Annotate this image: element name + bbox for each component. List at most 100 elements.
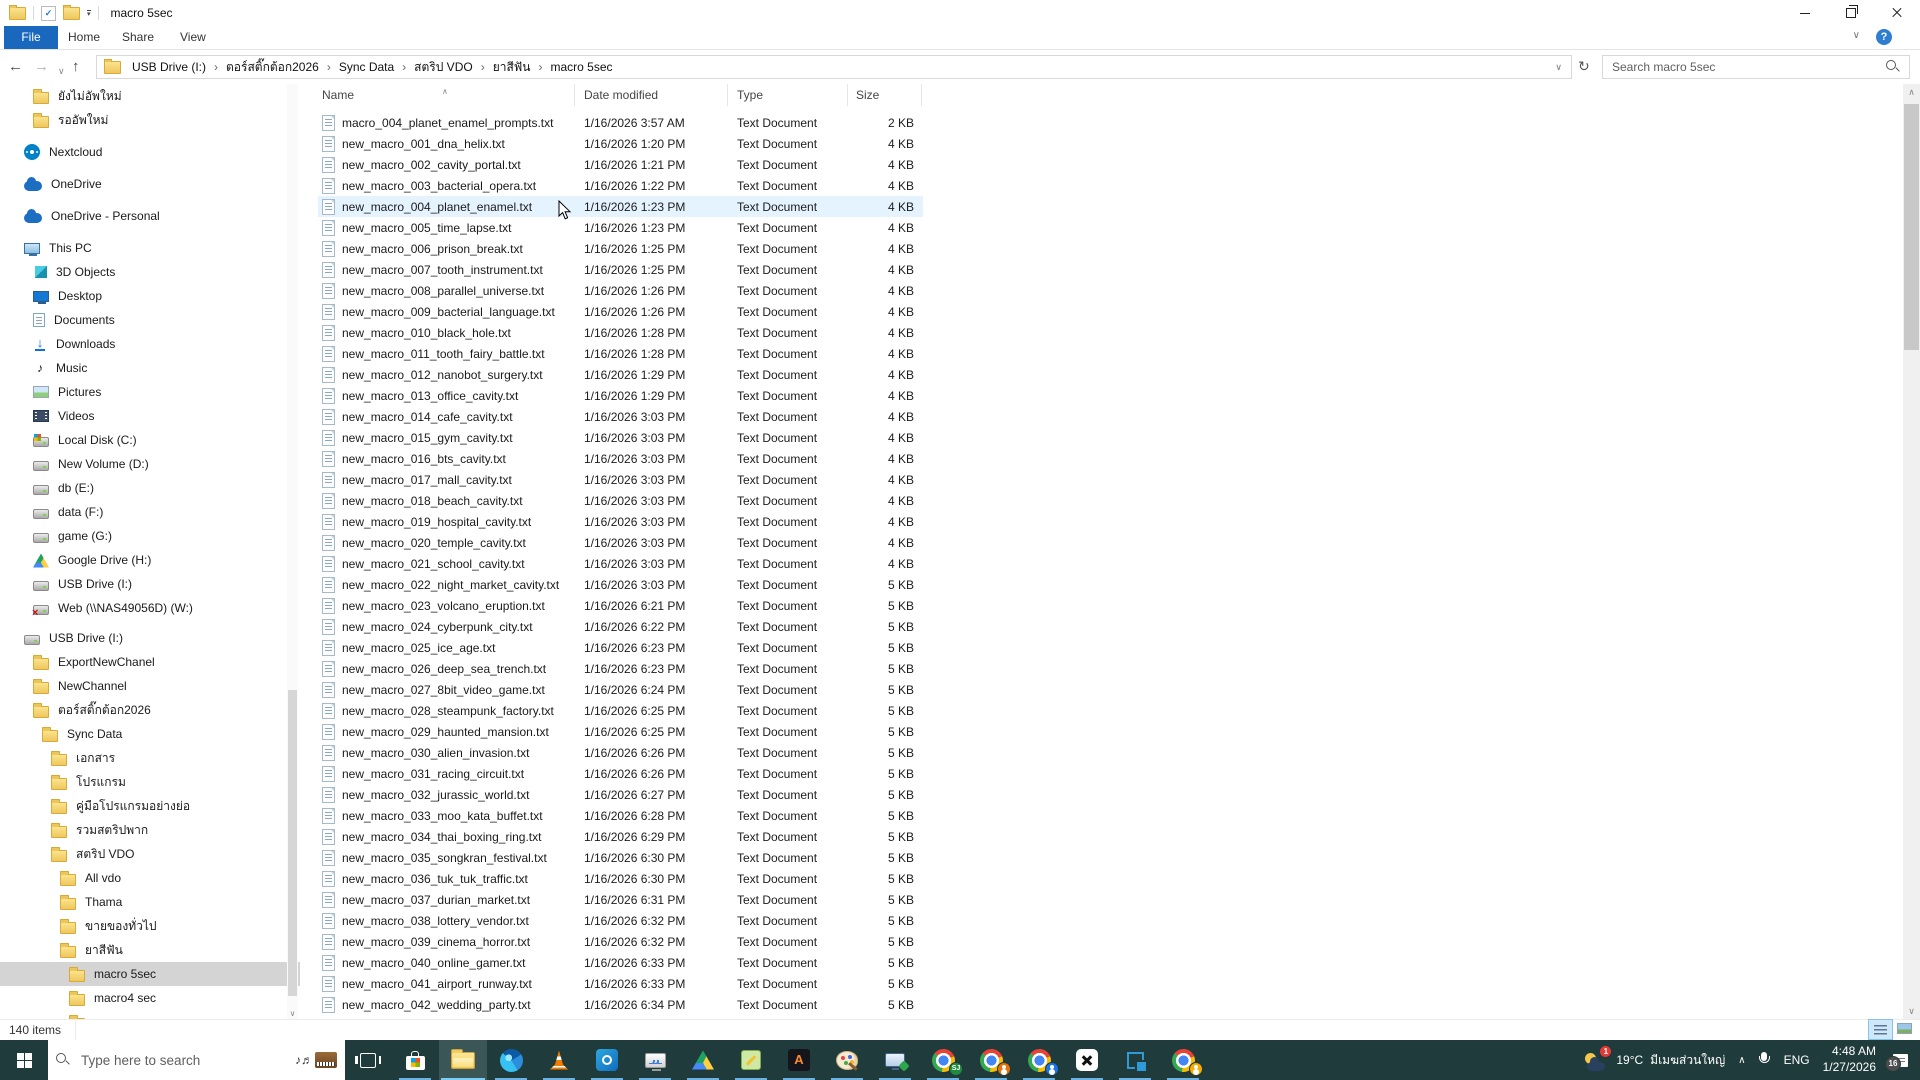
file-row[interactable]: new_macro_021_school_cavity.txt 1/16/202… [318, 553, 923, 574]
file-row[interactable]: new_macro_007_tooth_instrument.txt 1/16/… [318, 259, 923, 280]
sidebar-item[interactable]: คู่มือโปรแกรมอย่างย่อ [0, 794, 300, 818]
sidebar-item[interactable]: Pictures [0, 380, 300, 404]
sidebar-item[interactable]: ยาสีฟัน [0, 938, 300, 962]
file-row[interactable]: new_macro_038_lottery_vendor.txt 1/16/20… [318, 910, 923, 931]
recent-locations-icon[interactable]: ∨ [58, 61, 65, 81]
file-row[interactable]: new_macro_005_time_lapse.txt 1/16/2026 1… [318, 217, 923, 238]
breadcrumb-separator-icon[interactable]: › [211, 60, 221, 74]
sidebar-item[interactable]: game (G:) [0, 524, 300, 548]
sidebar-item[interactable]: ขายของทั่วไป [0, 914, 300, 938]
breadcrumb-separator-icon[interactable]: › [478, 60, 488, 74]
taskbar-app-button[interactable] [775, 1040, 823, 1080]
sidebar-item[interactable]: Web (\\NAS49056D) (W:) [0, 596, 300, 620]
up-button[interactable]: ↑ [72, 57, 80, 77]
taskbar-app-button[interactable] [1063, 1040, 1111, 1080]
sidebar-item[interactable]: เอกสาร [0, 746, 300, 770]
details-view-button[interactable] [1869, 1020, 1892, 1039]
file-row[interactable]: new_macro_013_office_cavity.txt 1/16/202… [318, 385, 923, 406]
taskbar-app-button[interactable] [1015, 1040, 1063, 1080]
expand-ribbon-icon[interactable]: ∨ [1853, 30, 1860, 41]
file-row[interactable]: new_macro_023_volcano_eruption.txt 1/16/… [318, 595, 923, 616]
file-row[interactable]: new_macro_024_cyberpunk_city.txt 1/16/20… [318, 616, 923, 637]
weather-widget[interactable]: 1 19°C มีเมฆส่วนใหญ่ [1583, 1049, 1725, 1072]
file-row[interactable]: new_macro_016_bts_cavity.txt 1/16/2026 3… [318, 448, 923, 469]
breadcrumb-segment[interactable]: ยาสีฟัน [488, 56, 536, 78]
taskbar-app-button[interactable] [535, 1040, 583, 1080]
sidebar-item[interactable]: ยังไม่อัพใหม่ [0, 84, 300, 108]
file-row[interactable]: new_macro_011_tooth_fairy_battle.txt 1/1… [318, 343, 923, 364]
sidebar-item[interactable]: data (F:) [0, 500, 300, 524]
sidebar-item[interactable]: OneDrive - Personal [0, 204, 300, 228]
file-row[interactable]: new_macro_028_steampunk_factory.txt 1/16… [318, 700, 923, 721]
tab-view[interactable]: View [180, 26, 206, 49]
sidebar-item[interactable]: 3D Objects [0, 260, 300, 284]
file-row[interactable]: new_macro_010_black_hole.txt 1/16/2026 1… [318, 322, 923, 343]
sidebar-item[interactable]: Google Drive (H:) [0, 548, 300, 572]
sidebar-scroll-down-icon[interactable]: ∨ [287, 1009, 298, 1018]
microphone-icon[interactable] [1759, 1052, 1771, 1068]
search-highlight-doodle[interactable]: ♪♬ [295, 1052, 337, 1068]
sidebar-item[interactable]: Local Disk (C:) [0, 428, 300, 452]
taskbar-app-button[interactable] [583, 1040, 631, 1080]
breadcrumb-segment[interactable]: สตริป VDO [409, 56, 478, 78]
file-row[interactable]: new_macro_042_wedding_party.txt 1/16/202… [318, 994, 923, 1015]
action-center-icon[interactable]: 16 [1893, 1054, 1908, 1067]
file-row[interactable]: new_macro_029_haunted_mansion.txt 1/16/2… [318, 721, 923, 742]
scrollbar-thumb[interactable] [1904, 104, 1919, 350]
address-dropdown-icon[interactable]: ∨ [1555, 62, 1571, 73]
file-row[interactable]: new_macro_022_night_market_cavity.txt 1/… [318, 574, 923, 595]
minimize-button[interactable] [1782, 0, 1828, 26]
sidebar-item[interactable]: รวมสตริปพาก [0, 818, 300, 842]
show-hidden-icons-chevron[interactable]: ∧ [1738, 1055, 1745, 1066]
close-button[interactable] [1874, 0, 1920, 26]
forward-button[interactable]: → [34, 57, 49, 77]
file-row[interactable]: new_macro_034_thai_boxing_ring.txt 1/16/… [318, 826, 923, 847]
sidebar-item[interactable]: รออัพใหม่ [0, 108, 300, 132]
file-row[interactable]: new_macro_004_planet_enamel.txt 1/16/202… [318, 196, 923, 217]
file-row[interactable]: new_macro_019_hospital_cavity.txt 1/16/2… [318, 511, 923, 532]
file-row[interactable]: new_macro_006_prison_break.txt 1/16/2026… [318, 238, 923, 259]
taskbar-search-input[interactable] [79, 1052, 295, 1069]
file-row[interactable]: new_macro_032_jurassic_world.txt 1/16/20… [318, 784, 923, 805]
file-row[interactable]: new_macro_036_tuk_tuk_traffic.txt 1/16/2… [318, 868, 923, 889]
sidebar-item[interactable]: New Volume (D:) [0, 452, 300, 476]
column-header-type[interactable]: Type [728, 84, 848, 106]
sidebar-item[interactable]: Videos [0, 404, 300, 428]
breadcrumb-segment[interactable]: USB Drive (I:) [127, 56, 211, 78]
sidebar-item[interactable]: Thama [0, 890, 300, 914]
sidebar-item[interactable]: This PC [0, 236, 300, 260]
taskbar-app-button[interactable] [871, 1040, 919, 1080]
taskbar-app-button[interactable] [679, 1040, 727, 1080]
sidebar-item[interactable]: โปรแกรม [0, 770, 300, 794]
file-row[interactable]: new_macro_031_racing_circuit.txt 1/16/20… [318, 763, 923, 784]
help-button[interactable]: ? [1876, 29, 1892, 45]
tab-share[interactable]: Share [122, 26, 154, 49]
file-row[interactable]: new_macro_025_ice_age.txt 1/16/2026 6:23… [318, 637, 923, 658]
sidebar-item[interactable]: Sync Data [0, 722, 300, 746]
file-row[interactable]: new_macro_030_alien_invasion.txt 1/16/20… [318, 742, 923, 763]
search-icon[interactable] [1886, 60, 1900, 74]
sidebar-item[interactable]: Desktop [0, 284, 300, 308]
sidebar-item[interactable]: Nextcloud [0, 140, 300, 164]
sidebar-item[interactable]: db (E:) [0, 476, 300, 500]
file-row[interactable]: new_macro_017_mall_cavity.txt 1/16/2026 … [318, 469, 923, 490]
file-row[interactable]: new_macro_008_parallel_universe.txt 1/16… [318, 280, 923, 301]
scroll-up-icon[interactable]: ∧ [1903, 84, 1920, 101]
taskbar-app-button[interactable] [487, 1040, 535, 1080]
file-row[interactable]: new_macro_033_moo_kata_buffet.txt 1/16/2… [318, 805, 923, 826]
sidebar-item[interactable]: ตอร์สติ๊กต้อก2026 [0, 698, 300, 722]
thumbnail-view-button[interactable] [1894, 1020, 1917, 1039]
breadcrumb-segment[interactable]: Sync Data [334, 56, 399, 78]
taskbar-app-button[interactable] [967, 1040, 1015, 1080]
start-button[interactable] [0, 1040, 48, 1080]
taskbar-search[interactable]: ♪♬ [48, 1040, 345, 1080]
task-view-button[interactable] [345, 1040, 391, 1080]
sidebar-item[interactable]: Documents [0, 308, 300, 332]
sidebar-item[interactable]: Downloads [0, 332, 300, 356]
sidebar-item[interactable]: OneDrive [0, 172, 300, 196]
file-row[interactable]: new_macro_035_songkran_festival.txt 1/16… [318, 847, 923, 868]
tab-file[interactable]: File [4, 26, 58, 49]
restore-button[interactable] [1828, 0, 1874, 26]
sidebar-scrollbar[interactable]: ∨ [287, 84, 298, 1020]
file-row[interactable]: new_macro_040_online_gamer.txt 1/16/2026… [318, 952, 923, 973]
